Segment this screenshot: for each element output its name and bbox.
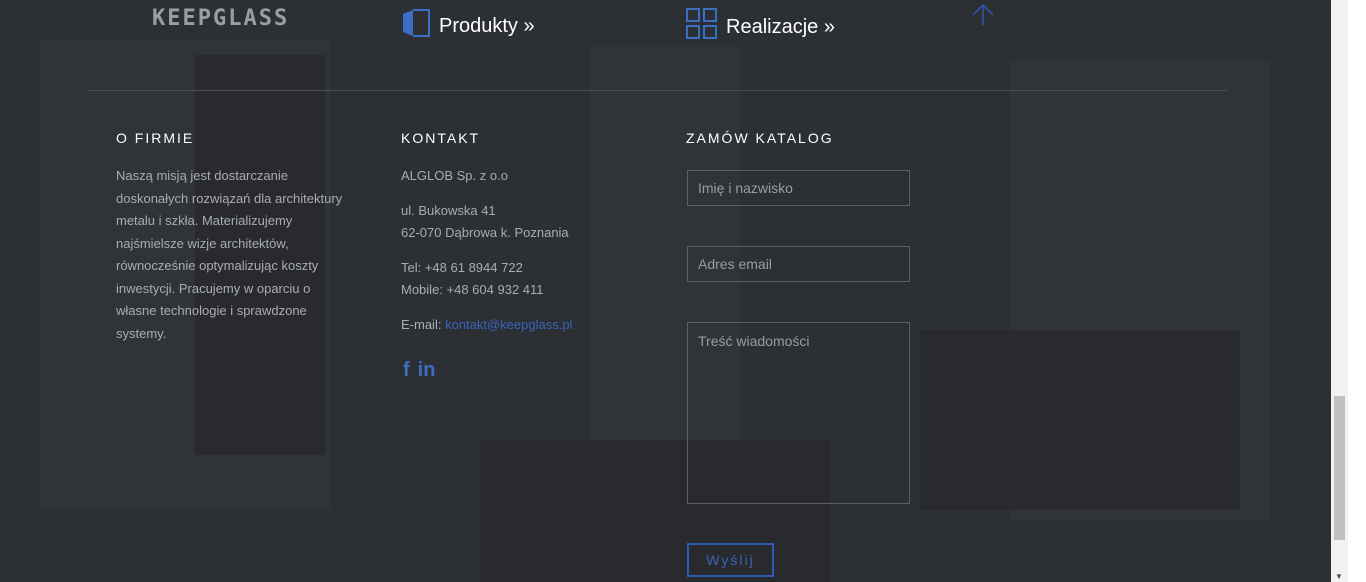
- scrollbar[interactable]: ▼: [1331, 0, 1348, 582]
- name-field[interactable]: [687, 170, 910, 206]
- window-edge: [1348, 0, 1366, 582]
- scroll-down-arrow-icon[interactable]: ▼: [1335, 572, 1343, 581]
- about-text: Naszą misją jest dostarczanie doskonałyc…: [116, 168, 343, 341]
- linkedin-icon[interactable]: in: [418, 359, 436, 382]
- email-link[interactable]: kontakt@keepglass.pl: [445, 317, 572, 332]
- send-button[interactable]: Wyślij: [687, 543, 774, 577]
- produkty-link[interactable]: Produkty »: [401, 8, 535, 44]
- tel: Tel: +48 61 8944 722: [401, 260, 523, 275]
- door-icon: [401, 8, 431, 44]
- message-field[interactable]: [687, 322, 910, 504]
- address-line1: ul. Bukowska 41: [401, 203, 496, 218]
- email-field[interactable]: [687, 246, 910, 282]
- contact-title: KONTAKT: [401, 130, 481, 146]
- produkty-label: Produkty »: [439, 14, 535, 37]
- email-line: E-mail: kontakt@keepglass.pl: [401, 314, 572, 336]
- scrollbar-thumb[interactable]: [1334, 396, 1345, 540]
- keepglass-logo[interactable]: KEEPGLASS: [152, 6, 289, 31]
- mobile: Mobile: +48 604 932 411: [401, 282, 544, 297]
- address: ul. Bukowska 41 62-070 Dąbrowa k. Poznan…: [401, 200, 572, 244]
- email-label: E-mail:: [401, 317, 446, 332]
- catalog-title: ZAMÓW KATALOG: [686, 130, 834, 146]
- company-name: ALGLOB Sp. z o.o: [401, 168, 508, 183]
- contact-details: ALGLOB Sp. z o.o ul. Bukowska 41 62-070 …: [401, 165, 572, 349]
- social-links: f in: [403, 359, 435, 382]
- phones: Tel: +48 61 8944 722 Mobile: +48 604 932…: [401, 257, 572, 301]
- footer-divider: [87, 90, 1227, 91]
- realizacje-link[interactable]: Realizacje »: [686, 8, 835, 46]
- scroll-top-arrow-icon[interactable]: [971, 3, 995, 32]
- about-title: O FIRMIE: [116, 130, 195, 146]
- facebook-icon[interactable]: f: [403, 359, 410, 382]
- address-line2: 62-070 Dąbrowa k. Poznania: [401, 225, 569, 240]
- realizacje-label: Realizacje »: [726, 15, 835, 38]
- grid-icon: [686, 8, 718, 46]
